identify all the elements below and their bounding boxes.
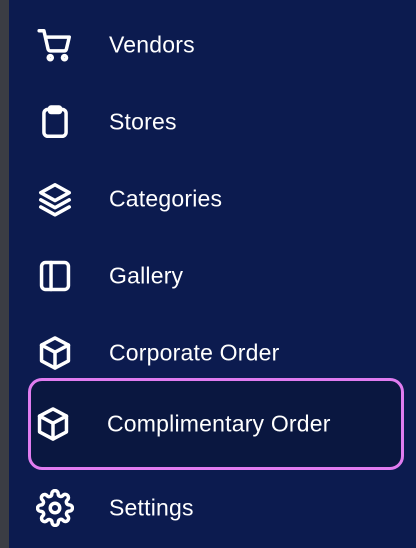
clipboard-icon [36, 103, 74, 141]
sidebar-item-vendors[interactable]: Vendors [30, 14, 402, 76]
sidebar-item-label: Vendors [109, 31, 195, 58]
sidebar-item-gallery[interactable]: Gallery [30, 245, 402, 307]
sidebar-item-label: Categories [109, 185, 223, 212]
sidebar-item-label: Gallery [109, 262, 184, 289]
sidebar-nav: Vendors Stores Categories Gallery Corpor… [9, 0, 416, 548]
sidebar-item-complimentary-order[interactable]: Complimentary Order [28, 378, 404, 470]
package-box-icon [34, 405, 72, 443]
sidebar-item-label: Corporate Order [109, 339, 280, 366]
sidebar-item-stores[interactable]: Stores [30, 91, 402, 153]
shopping-cart-icon [36, 26, 74, 64]
sidebar-panel-icon [36, 257, 74, 295]
layers-icon [36, 180, 74, 218]
window-edge [0, 0, 9, 548]
package-box-icon [36, 334, 74, 372]
sidebar-item-label: Settings [109, 494, 194, 521]
sidebar-item-label: Stores [109, 108, 177, 135]
sidebar-item-categories[interactable]: Categories [30, 168, 402, 230]
sidebar-item-settings[interactable]: Settings [30, 477, 402, 539]
sidebar-item-label: Complimentary Order [107, 410, 331, 437]
gear-icon [36, 489, 74, 527]
sidebar-item-corporate-order[interactable]: Corporate Order [30, 322, 402, 384]
